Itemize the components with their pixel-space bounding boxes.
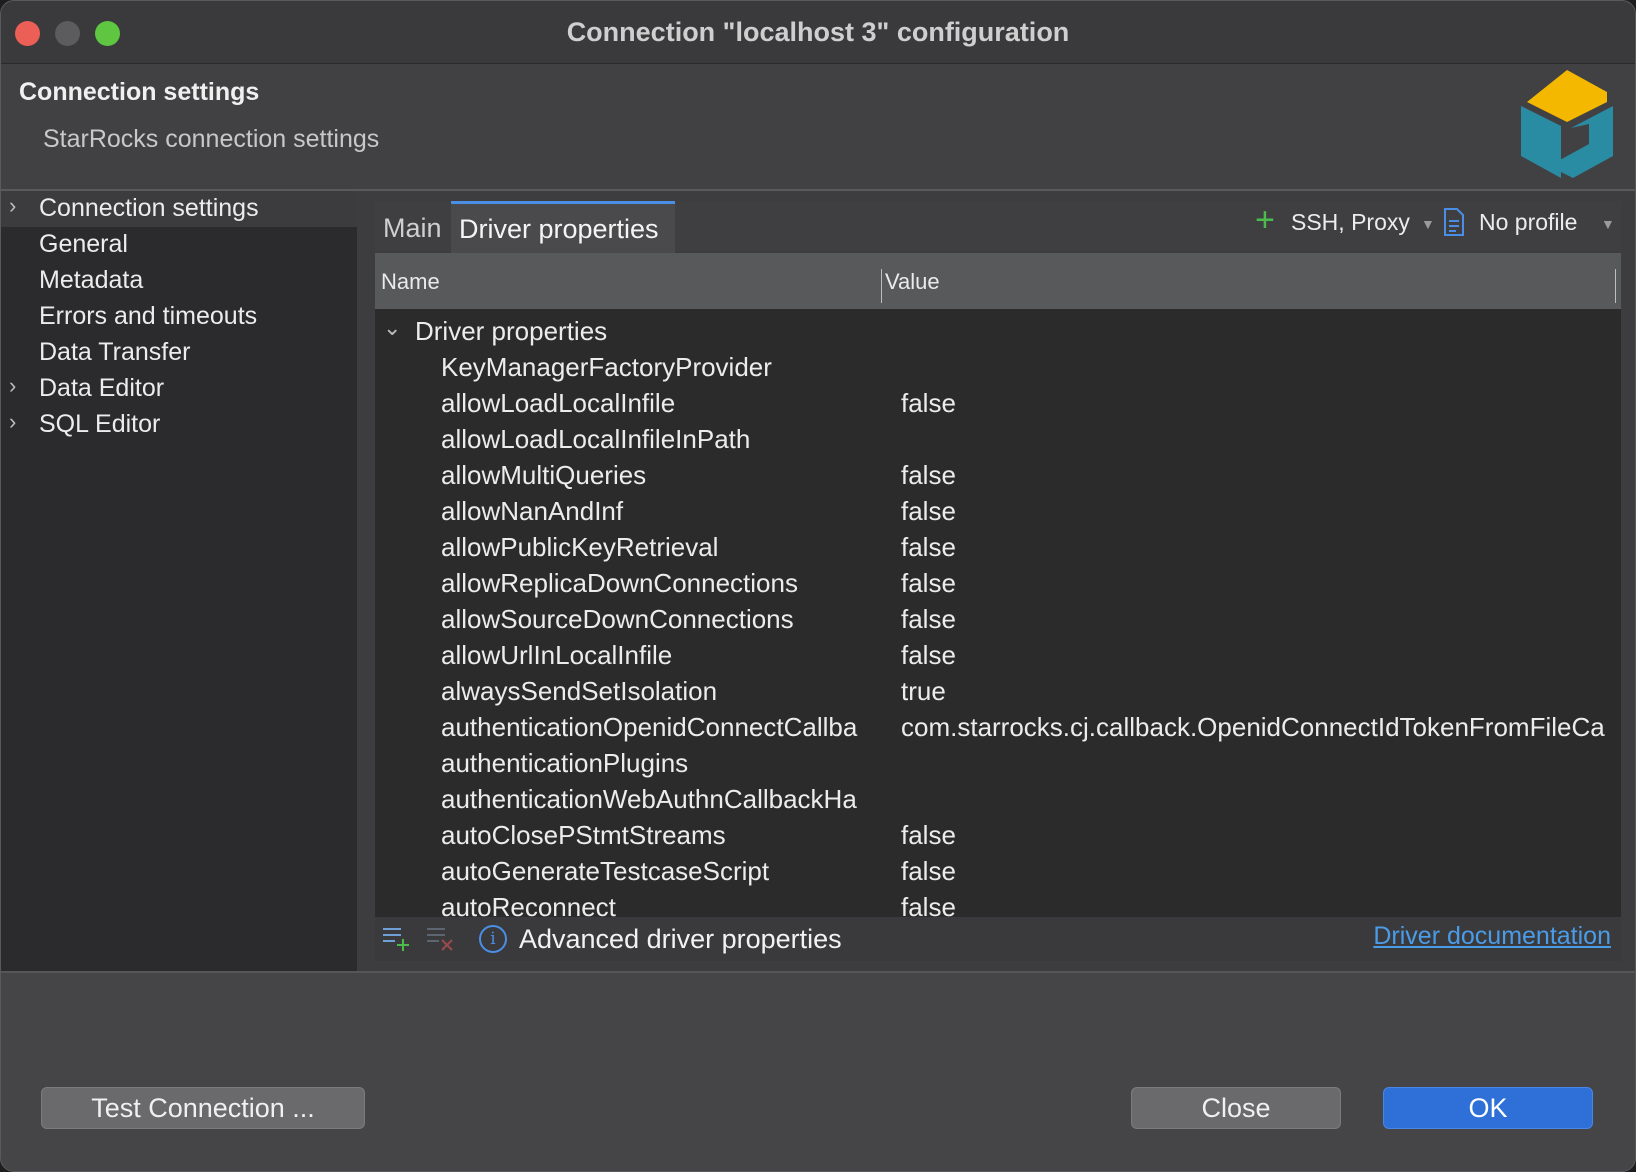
chevron-right-icon[interactable]: › (9, 193, 16, 219)
sidebar-item-data-editor[interactable]: › Data Editor (1, 371, 357, 407)
window-title: Connection "localhost 3" configuration (566, 17, 1070, 47)
table-row[interactable]: autoGenerateTestcaseScript false (375, 853, 1621, 889)
advanced-driver-properties-label: Advanced driver properties (519, 924, 842, 954)
driver-properties-table: Name Value ⌄ Driver properties KeyManage… (375, 253, 1621, 917)
table-row[interactable]: authenticationOpenidConnectCallba com.st… (375, 709, 1621, 745)
settings-content: Main Driver properties + SSH, Proxy ▼ No… (359, 191, 1635, 971)
table-row[interactable]: autoReconnect false (375, 889, 1621, 917)
page-subtitle: StarRocks connection settings (43, 125, 380, 153)
footer-divider (1, 971, 1635, 973)
table-row[interactable]: allowLoadLocalInfileInPath (375, 421, 1621, 457)
starrocks-logo-icon (1521, 70, 1613, 178)
tab-bar: Main Driver properties + SSH, Proxy ▼ No… (375, 201, 1621, 254)
table-row[interactable]: autoClosePStmtStreams false (375, 817, 1621, 853)
chevron-down-icon[interactable]: ⌄ (383, 315, 401, 341)
close-button[interactable]: Close (1131, 1087, 1341, 1129)
sidebar-item-metadata[interactable]: Metadata (1, 263, 357, 299)
driver-documentation-link[interactable]: Driver documentation (1373, 922, 1611, 951)
chevron-right-icon[interactable]: › (9, 373, 16, 399)
remove-property-icon[interactable] (425, 923, 455, 953)
column-resize-handle[interactable] (1615, 269, 1616, 303)
column-resize-handle[interactable] (881, 269, 882, 303)
dropdown-arrow-icon: ▼ (1601, 216, 1615, 232)
sidebar-item-general[interactable]: General (1, 227, 357, 263)
document-icon (1444, 208, 1464, 236)
table-row[interactable]: allowUrlInLocalInfile false (375, 637, 1621, 673)
tab-driver-properties[interactable]: Driver properties (451, 201, 675, 254)
column-header-name[interactable]: Name (381, 269, 440, 295)
table-footer: i Advanced driver properties Driver docu… (375, 917, 1621, 961)
add-property-icon[interactable] (381, 923, 411, 953)
table-row[interactable]: authenticationPlugins (375, 745, 1621, 781)
table-row[interactable]: allowNanAndInf false (375, 493, 1621, 529)
table-row[interactable]: allowSourceDownConnections false (375, 601, 1621, 637)
sidebar-item-connection-settings[interactable]: › Connection settings (1, 191, 357, 227)
add-icon: + (1255, 201, 1275, 239)
page-title: Connection settings (19, 78, 260, 106)
table-header: Name Value (375, 253, 1621, 309)
settings-navigation: › Connection settings General Metadata E… (1, 191, 359, 971)
tab-main[interactable]: Main (383, 201, 445, 251)
dialog-window: Connection "localhost 3" configuration C… (0, 0, 1636, 1172)
table-row[interactable]: alwaysSendSetIsolation true (375, 673, 1621, 709)
table-row[interactable]: allowLoadLocalInfile false (375, 385, 1621, 421)
sidebar-item-sql-editor[interactable]: › SQL Editor (1, 407, 357, 443)
table-row[interactable]: KeyManagerFactoryProvider (375, 349, 1621, 385)
title-bar: Connection "localhost 3" configuration (1, 1, 1635, 64)
ok-button[interactable]: OK (1383, 1087, 1593, 1129)
dropdown-arrow-icon: ▼ (1421, 216, 1435, 232)
sidebar-item-errors-and-timeouts[interactable]: Errors and timeouts (1, 299, 357, 335)
table-row[interactable]: allowPublicKeyRetrieval false (375, 529, 1621, 565)
table-row[interactable]: allowMultiQueries false (375, 457, 1621, 493)
column-header-value[interactable]: Value (885, 269, 940, 295)
test-connection-button[interactable]: Test Connection ... (41, 1087, 365, 1129)
table-row[interactable]: authenticationWebAuthnCallbackHa (375, 781, 1621, 817)
chevron-right-icon[interactable]: › (9, 409, 16, 435)
table-row[interactable]: allowReplicaDownConnections false (375, 565, 1621, 601)
page-header: Connection settings StarRocks connection… (1, 64, 1635, 191)
property-group-row[interactable]: ⌄ Driver properties (375, 313, 1621, 349)
sidebar-item-data-transfer[interactable]: Data Transfer (1, 335, 357, 371)
info-icon: i (479, 925, 507, 953)
